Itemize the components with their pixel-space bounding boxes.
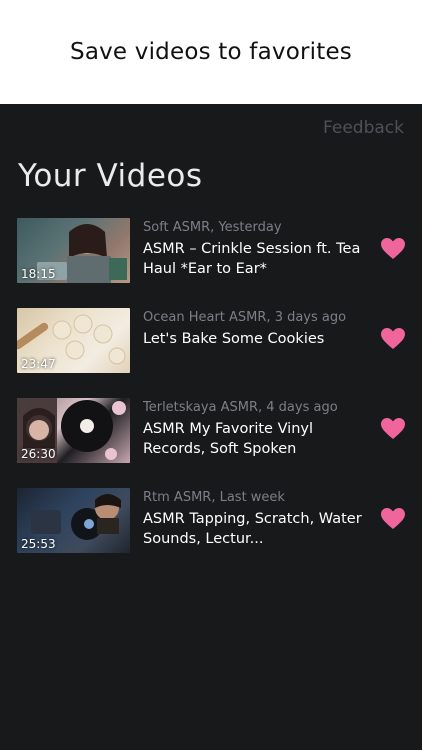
video-list-item[interactable]: 26:30 Terletskaya ASMR, 4 days ago ASMR … (0, 398, 422, 488)
heart-icon[interactable] (381, 238, 405, 260)
video-title[interactable]: ASMR – Crinkle Session ft. Tea Haul *Ear… (143, 239, 365, 279)
video-thumbnail[interactable]: 23:47 (17, 308, 130, 373)
video-meta: Rtm ASMR, Last week ASMR Tapping, Scratc… (143, 490, 365, 549)
heart-icon[interactable] (381, 508, 405, 530)
heart-icon[interactable] (381, 418, 405, 440)
feedback-button[interactable]: Feedback (323, 118, 404, 138)
video-list-item[interactable]: 18:15 Soft ASMR, Yesterday ASMR – Crinkl… (0, 218, 422, 308)
video-title[interactable]: ASMR Tapping, Scratch, Water Sounds, Lec… (143, 509, 365, 549)
video-title[interactable]: Let's Bake Some Cookies (143, 329, 365, 349)
video-list-item[interactable]: 23:47 Ocean Heart ASMR, 3 days ago Let's… (0, 308, 422, 398)
video-list-item[interactable]: 25:53 Rtm ASMR, Last week ASMR Tapping, … (0, 488, 422, 578)
video-meta: Ocean Heart ASMR, 3 days ago Let's Bake … (143, 310, 365, 349)
promo-banner: Save videos to favorites (0, 0, 422, 104)
video-duration: 23:47 (21, 357, 56, 371)
video-meta: Soft ASMR, Yesterday ASMR – Crinkle Sess… (143, 220, 365, 279)
video-title[interactable]: ASMR My Favorite Vinyl Records, Soft Spo… (143, 419, 365, 459)
video-thumbnail[interactable]: 25:53 (17, 488, 130, 553)
heart-icon[interactable] (381, 328, 405, 350)
video-channel-time: Rtm ASMR, Last week (143, 490, 285, 505)
video-list: 18:15 Soft ASMR, Yesterday ASMR – Crinkl… (0, 218, 422, 578)
page-title: Your Videos (18, 158, 203, 194)
video-thumbnail[interactable]: 18:15 (17, 218, 130, 283)
video-channel-time: Soft ASMR, Yesterday (143, 220, 282, 235)
promo-banner-text: Save videos to favorites (70, 39, 352, 65)
video-channel-time: Terletskaya ASMR, 4 days ago (143, 400, 338, 415)
video-thumbnail[interactable]: 26:30 (17, 398, 130, 463)
video-duration: 18:15 (21, 267, 56, 281)
video-channel-time: Ocean Heart ASMR, 3 days ago (143, 310, 347, 325)
video-duration: 26:30 (21, 447, 56, 461)
video-meta: Terletskaya ASMR, 4 days ago ASMR My Fav… (143, 400, 365, 459)
top-bar: Feedback (0, 104, 422, 154)
video-duration: 25:53 (21, 537, 56, 551)
